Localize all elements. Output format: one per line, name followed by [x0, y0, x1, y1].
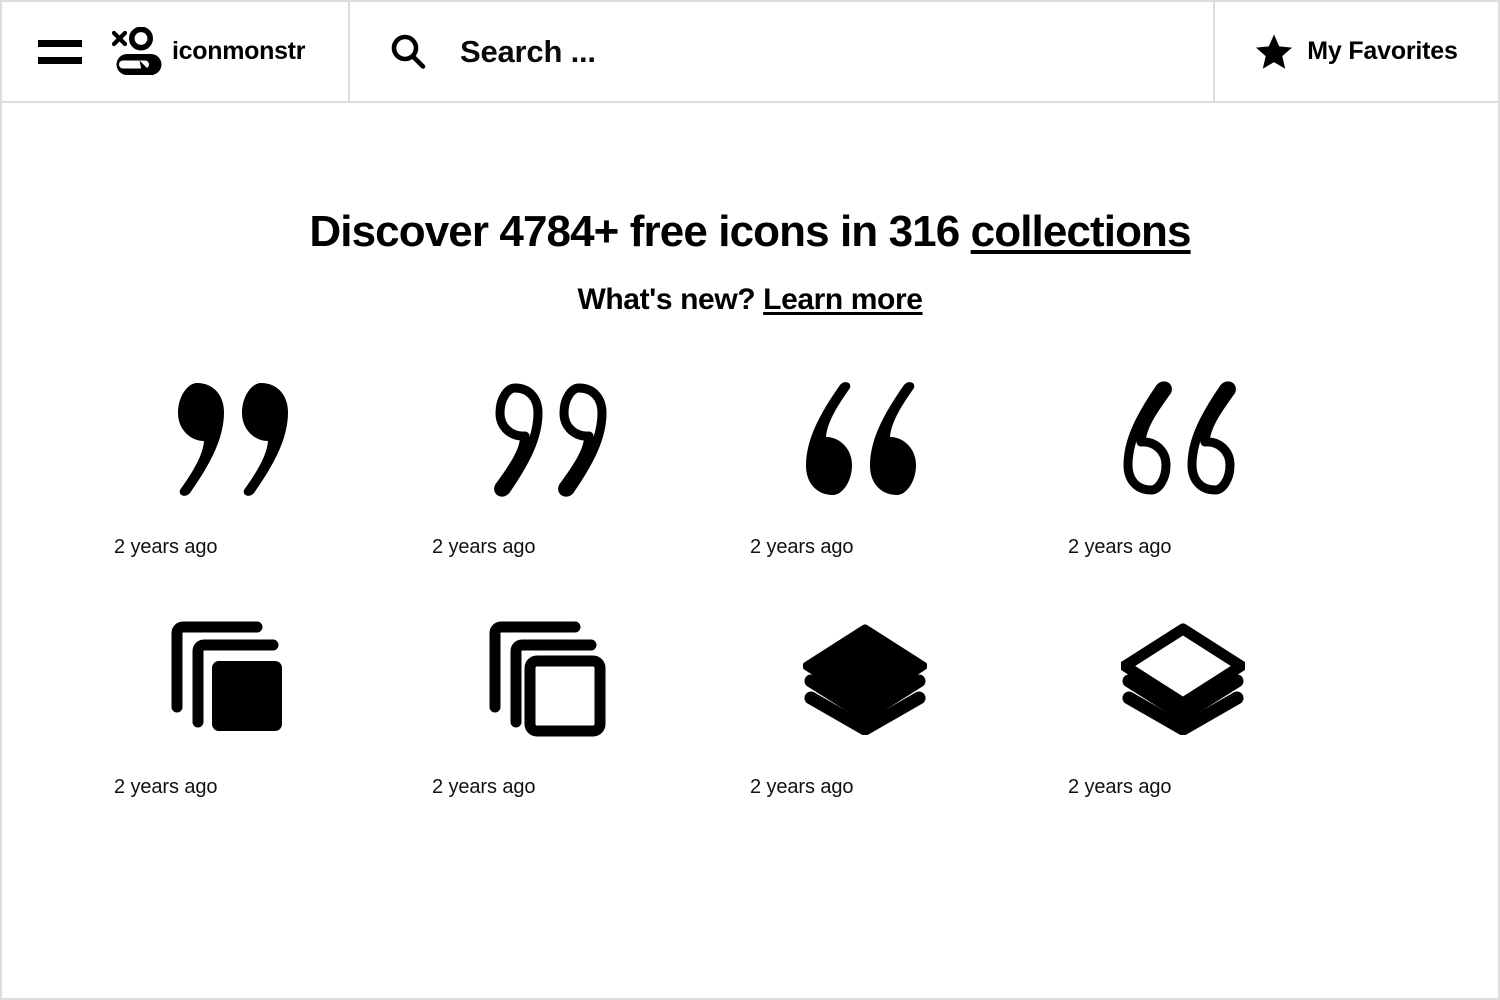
brand-name: iconmonstr [172, 37, 306, 65]
icon-timestamp: 2 years ago [114, 776, 218, 799]
layers-filled-icon [803, 624, 927, 736]
icon-preview [1068, 609, 1298, 749]
icon-card[interactable]: 2 years ago [114, 609, 432, 799]
icon-timestamp: 2 years ago [1068, 536, 1172, 559]
quote-left-outline-icon [1123, 381, 1236, 495]
learn-more-link[interactable]: Learn more [763, 283, 923, 316]
copy-squares-filled-icon [171, 621, 282, 732]
hero-section: Discover 4784+ free icons in 316 collect… [2, 103, 1498, 317]
icon-card[interactable]: 2 years ago [114, 369, 432, 559]
icon-timestamp: 2 years ago [1068, 776, 1172, 799]
search-placeholder-text: Search ... [460, 33, 596, 69]
icon-timestamp: 2 years ago [750, 776, 854, 799]
icon-preview [750, 369, 980, 509]
layers-outline-icon [1121, 623, 1245, 736]
search-icon [391, 34, 426, 69]
my-favorites-button[interactable]: My Favorites [1215, 2, 1498, 101]
icon-preview [432, 369, 662, 509]
icon-card[interactable]: 2 years ago [432, 369, 750, 559]
page-title: Discover 4784+ free icons in 316 collect… [2, 207, 1498, 256]
icon-card[interactable]: 2 years ago [750, 369, 1068, 559]
hamburger-icon[interactable] [38, 37, 82, 67]
icon-card[interactable]: 2 years ago [432, 609, 750, 799]
hero-subtitle: What's new? Learn more [2, 283, 1498, 317]
star-icon [1256, 34, 1293, 69]
iconmonstr-monster-logo-icon [111, 26, 162, 75]
icon-preview [114, 369, 344, 509]
search-input[interactable]: Search ... [350, 2, 1215, 101]
icon-card[interactable]: 2 years ago [750, 609, 1068, 799]
icon-card[interactable]: 2 years ago [1068, 369, 1386, 559]
quote-right-filled-icon [178, 383, 288, 497]
icon-timestamp: 2 years ago [432, 536, 536, 559]
icon-timestamp: 2 years ago [432, 776, 536, 799]
icon-preview [750, 609, 980, 749]
collections-link[interactable]: collections [971, 207, 1192, 256]
hamburger-bar [38, 56, 82, 64]
icon-grid: 2 years ago 2 years ago 2 years ago 2 ye… [2, 369, 1498, 799]
icon-preview [1068, 369, 1298, 509]
hero-subtitle-text: What's new? [577, 283, 764, 317]
header-left-section: iconmonstr [2, 2, 350, 101]
icon-timestamp: 2 years ago [114, 536, 218, 559]
app-page: iconmonstr Search ... My Favorites Disco… [0, 0, 1500, 1000]
icon-preview [432, 609, 662, 749]
page-title-text: Discover 4784+ free icons in 316 [309, 207, 971, 256]
quote-right-outline-icon [494, 383, 607, 497]
copy-squares-outline-icon [489, 621, 606, 737]
icon-card[interactable]: 2 years ago [1068, 609, 1386, 799]
my-favorites-label: My Favorites [1307, 37, 1458, 65]
icon-preview [114, 609, 344, 749]
brand-logo-link[interactable]: iconmonstr [106, 26, 306, 77]
quote-left-filled-icon [806, 382, 916, 496]
icon-timestamp: 2 years ago [750, 536, 854, 559]
hamburger-bar [38, 39, 82, 47]
site-header: iconmonstr Search ... My Favorites [2, 2, 1498, 103]
